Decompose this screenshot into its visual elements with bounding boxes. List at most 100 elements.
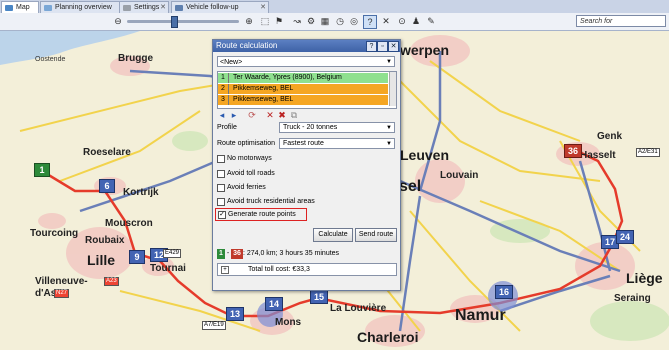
profile-select[interactable]: Truck - 20 tonnes ▼ bbox=[279, 122, 395, 133]
city-seraing: Seraing bbox=[614, 293, 651, 304]
route-calculation-panel: Route calculation ? ▫ ✕ <New> ▼ 1 Ter Waar… bbox=[212, 39, 401, 291]
city-mons: Mons bbox=[275, 317, 302, 328]
chevron-down-icon: ▼ bbox=[386, 59, 392, 65]
copy-icon[interactable]: ⧉ bbox=[289, 110, 299, 120]
delete-stop-icon[interactable]: ✕ bbox=[265, 110, 275, 120]
city-roubaix: Roubaix bbox=[85, 235, 125, 246]
send-route-button[interactable]: Send route bbox=[355, 228, 397, 242]
tab-vehicle-follow-up[interactable]: Vehicle follow-up ✕ bbox=[171, 1, 269, 13]
bullseye-icon[interactable]: ◎ bbox=[348, 15, 360, 27]
route-select[interactable]: <New> ▼ bbox=[217, 56, 395, 67]
close-icon[interactable]: ✕ bbox=[160, 2, 166, 13]
stop-row[interactable]: 2 Pikkemseweg, BEL bbox=[218, 84, 388, 94]
close-icon[interactable]: ✕ bbox=[388, 41, 399, 52]
city-charleroi: Charleroi bbox=[357, 329, 419, 345]
summary-to-badge: 36 bbox=[231, 249, 243, 259]
summary-from-badge: 1 bbox=[217, 249, 225, 259]
delete-icon[interactable]: ✕ bbox=[380, 15, 392, 27]
help-icon[interactable]: ? bbox=[366, 41, 377, 52]
planning-icon bbox=[44, 5, 52, 11]
brush-icon[interactable]: ✎ bbox=[425, 15, 437, 27]
city-la-louviere: La Louvière bbox=[330, 303, 387, 314]
city-antwerpen: werpen bbox=[400, 42, 450, 58]
route-marker-6[interactable]: 6 bbox=[99, 179, 115, 193]
zoom-slider[interactable] bbox=[127, 16, 239, 28]
select-icon[interactable]: ⬚ bbox=[259, 15, 271, 27]
option-generate-route-points[interactable]: ✓ Generate route points bbox=[215, 208, 307, 221]
reorder-icon[interactable]: ⟳ bbox=[247, 110, 257, 120]
search-input[interactable]: Search for bbox=[576, 15, 666, 27]
route-icon[interactable]: ↝ bbox=[291, 15, 303, 27]
route-marker-14[interactable]: 14 bbox=[265, 297, 283, 311]
checkbox[interactable] bbox=[217, 198, 225, 206]
city-villeneuve-dascq: Villeneuve-d'Ascq bbox=[35, 276, 88, 299]
route-marker-9[interactable]: 9 bbox=[129, 250, 145, 264]
checkbox-checked[interactable]: ✓ bbox=[218, 211, 226, 219]
tab-map[interactable]: Map bbox=[1, 1, 39, 13]
road-label: N27 bbox=[54, 289, 70, 298]
zoom-slider-thumb[interactable] bbox=[171, 16, 178, 28]
layers-icon[interactable]: ▦ bbox=[319, 15, 331, 27]
city-kortrijk: Kortrijk bbox=[123, 187, 159, 198]
map-toolbar: ⊖ ⊕ ⬚ ⚑ ↝ ⚙ ▦ ◷ ◎ ? ✕ ⊙ ♟ ✎ Search for bbox=[0, 13, 669, 31]
city-lille: Lille bbox=[87, 252, 116, 268]
chevron-down-icon: ▼ bbox=[386, 125, 392, 131]
road-label: E429 bbox=[163, 249, 182, 258]
toll-cost-label: Total toll cost: €33,3 bbox=[248, 266, 310, 273]
help-icon[interactable]: ? bbox=[363, 15, 377, 29]
city-oostende: Oostende bbox=[35, 56, 66, 63]
stop-row[interactable]: 1 Ter Waarde, Ypres (8900), Belgium bbox=[218, 73, 388, 83]
city-leuven: Leuven bbox=[400, 147, 450, 163]
road-label: A7/E19 bbox=[202, 321, 226, 330]
checkbox[interactable] bbox=[217, 184, 225, 192]
city-brugge: Brugge bbox=[118, 53, 153, 64]
checkbox[interactable] bbox=[217, 155, 225, 163]
city-liege: Liège bbox=[626, 270, 663, 286]
city-tournai: Tournai bbox=[150, 263, 186, 274]
route-marker-24[interactable]: 24 bbox=[616, 230, 634, 244]
pin-icon[interactable]: ♟ bbox=[410, 15, 422, 27]
route-marker-13[interactable]: 13 bbox=[226, 307, 244, 321]
summary-text: : 274,0 km; 3 hours 35 minutes bbox=[242, 250, 340, 257]
tab-settings[interactable]: Settings ✕ bbox=[119, 1, 169, 13]
route-marker-15[interactable]: 15 bbox=[310, 290, 328, 304]
stop-row[interactable]: 3 Pikkemseweg, BEL bbox=[218, 95, 388, 105]
calculate-button[interactable]: Calculate bbox=[313, 228, 353, 242]
route-marker-1[interactable]: 1 bbox=[34, 163, 50, 177]
city-roeselare: Roeselare bbox=[83, 147, 131, 158]
delete-all-icon[interactable]: ✖ bbox=[277, 110, 287, 120]
route-marker-16[interactable]: 16 bbox=[495, 285, 513, 299]
target-icon[interactable]: ⊙ bbox=[396, 15, 408, 27]
settings-icon bbox=[123, 5, 131, 11]
checkbox[interactable] bbox=[217, 170, 225, 178]
close-icon[interactable]: ✕ bbox=[260, 2, 266, 13]
truck-icon bbox=[175, 5, 183, 11]
profile-label: Profile bbox=[217, 124, 237, 131]
flag-icon[interactable]: ⚑ bbox=[273, 15, 285, 27]
city-namur: Namur bbox=[455, 307, 506, 324]
city-genk: Genk bbox=[597, 131, 623, 142]
chevron-down-icon: ▼ bbox=[386, 141, 392, 147]
arrow-right-icon[interactable]: ▸ bbox=[229, 110, 239, 120]
city-hasselt: Hasselt bbox=[580, 150, 616, 161]
tab-planning-overview[interactable]: Planning overview✕ bbox=[40, 1, 130, 13]
zoom-in-icon[interactable]: ⊕ bbox=[243, 15, 255, 27]
city-louvain: Louvain bbox=[440, 170, 479, 181]
minimize-icon[interactable]: ▫ bbox=[377, 41, 388, 52]
route-summary: 1 - 36: 274,0 km; 3 hours 35 minutes bbox=[217, 249, 340, 259]
gear-icon[interactable]: ⚙ bbox=[305, 15, 317, 27]
stops-toolbar: ◂ ▸ ⟳ ✕ ✖ ⧉ bbox=[217, 110, 337, 122]
zoom-out-icon[interactable]: ⊖ bbox=[112, 15, 124, 27]
stops-list: 1 Ter Waarde, Ypres (8900), Belgium 2 Pikk… bbox=[217, 71, 397, 109]
city-tourcoing: Tourcoing bbox=[30, 228, 79, 239]
stops-scrollbar[interactable] bbox=[389, 72, 396, 106]
arrow-left-icon[interactable]: ◂ bbox=[217, 110, 227, 120]
road-label: A2/E31 bbox=[636, 148, 660, 157]
clock-icon[interactable]: ◷ bbox=[334, 15, 346, 27]
city-brussel: sel bbox=[399, 178, 422, 195]
route-marker-36[interactable]: 36 bbox=[564, 144, 582, 158]
optimisation-select[interactable]: Fastest route ▼ bbox=[279, 138, 395, 149]
road-label: A23 bbox=[104, 277, 119, 286]
toll-cost-row: + Total toll cost: €33,3 bbox=[217, 263, 397, 276]
expand-icon[interactable]: + bbox=[221, 266, 229, 274]
